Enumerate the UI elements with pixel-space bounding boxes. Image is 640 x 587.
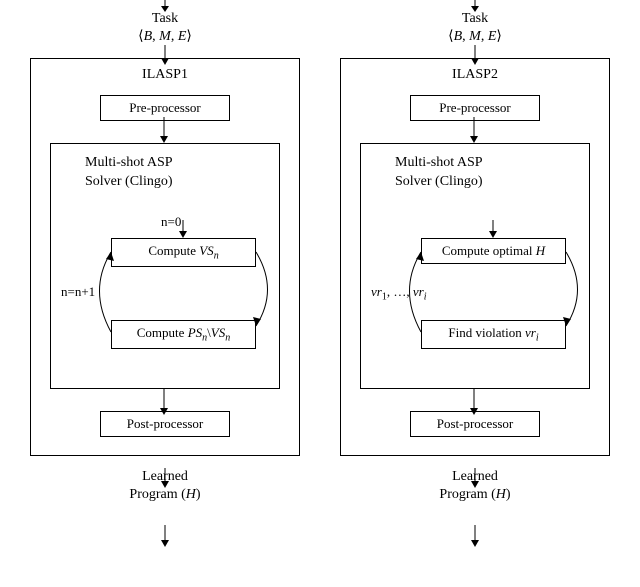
solver-title: Multi-shot ASP Solver (Clingo) bbox=[61, 154, 269, 192]
ilasp2-column: Task ⟨B, M, E⟩ ILASP2 Pre-processor Mult… bbox=[330, 0, 620, 505]
arrow-down-icon bbox=[371, 220, 601, 240]
arrow-down-icon bbox=[20, 525, 310, 547]
post-processor-box: Post-processor bbox=[410, 411, 540, 437]
task-tuple: ⟨B, M, E⟩ bbox=[330, 28, 620, 46]
loop-vr-label: vr1, …, vri bbox=[371, 284, 426, 303]
compute-ps-box: Compute PSn\VSn bbox=[111, 320, 256, 349]
ilasp1-box: ILASP1 Pre-processor Multi-shot ASP Solv… bbox=[30, 58, 300, 456]
n-zero-label: n=0 bbox=[161, 214, 181, 230]
box-title: ILASP1 bbox=[45, 67, 285, 83]
ilasp2-box: ILASP2 Pre-processor Multi-shot ASP Solv… bbox=[340, 58, 610, 456]
compute-optimal-box: Compute optimal H bbox=[421, 238, 566, 264]
ilasp1-column: Task ⟨B, M, E⟩ ILASP1 Pre-processor Mult… bbox=[20, 0, 310, 505]
task-label: Task bbox=[20, 10, 310, 28]
solver-box-right: Multi-shot ASP Solver (Clingo) Compute o… bbox=[360, 143, 590, 389]
task-input-right: Task ⟨B, M, E⟩ bbox=[330, 10, 620, 46]
learned-output-left: Learned Program (H) bbox=[20, 468, 310, 504]
loop-area-right: Compute optimal H vr1, …, vri Find viola… bbox=[371, 220, 579, 370]
learned-program: Program (H) bbox=[330, 486, 620, 504]
loop-increment-label: n=n+1 bbox=[61, 284, 95, 300]
task-input-left: Task ⟨B, M, E⟩ bbox=[20, 10, 310, 46]
learned-output-right: Learned Program (H) bbox=[330, 468, 620, 504]
task-tuple: ⟨B, M, E⟩ bbox=[20, 28, 310, 46]
task-label: Task bbox=[330, 10, 620, 28]
pre-processor-box: Pre-processor bbox=[410, 95, 540, 121]
compute-vs-box: Compute VSn bbox=[111, 238, 256, 267]
post-processor-box: Post-processor bbox=[100, 411, 230, 437]
find-violation-box: Find violation vri bbox=[421, 320, 566, 349]
solver-box-left: Multi-shot ASP Solver (Clingo) n=0 Compu… bbox=[50, 143, 280, 389]
learned-label: Learned bbox=[20, 468, 310, 486]
box-title: ILASP2 bbox=[355, 67, 595, 83]
loop-area-left: n=0 Compute VSn n=n+1 Compute PSn\VSn bbox=[61, 220, 269, 370]
arrow-down-icon bbox=[330, 525, 620, 547]
learned-label: Learned bbox=[330, 468, 620, 486]
pre-processor-box: Pre-processor bbox=[100, 95, 230, 121]
solver-title: Multi-shot ASP Solver (Clingo) bbox=[371, 154, 579, 192]
learned-program: Program (H) bbox=[20, 486, 310, 504]
